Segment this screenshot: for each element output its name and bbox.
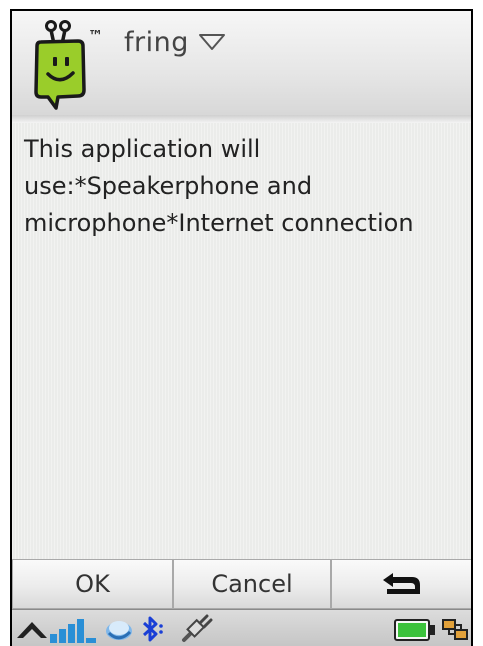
- app-title: fring: [124, 26, 189, 58]
- app-window: ™ fring This application will use:*Speak…: [12, 11, 471, 646]
- signal-strength-icon: [50, 619, 96, 643]
- dialog-content: This application will use:*Speakerphone …: [12, 123, 471, 559]
- softkey-bar: OK Cancel: [12, 559, 471, 609]
- back-button[interactable]: [332, 560, 471, 608]
- svg-text:™: ™: [88, 27, 103, 45]
- app-header: ™ fring: [12, 11, 471, 123]
- up-arrow-icon[interactable]: [15, 616, 49, 642]
- bluetooth-icon: [142, 616, 163, 642]
- usb-icon: [182, 614, 213, 642]
- ok-button[interactable]: OK: [13, 560, 174, 608]
- app-menu-button[interactable]: fring: [124, 22, 227, 62]
- connection-icon: [442, 619, 468, 640]
- cancel-button[interactable]: Cancel: [174, 560, 332, 608]
- phone-screen: ™ fring This application will use:*Speak…: [10, 9, 473, 646]
- chevron-down-icon: [198, 34, 225, 50]
- header-divider: [12, 115, 471, 123]
- network-globe-icon: [106, 621, 132, 640]
- battery-icon: [394, 619, 435, 641]
- status-bar: [12, 609, 471, 646]
- fring-logo-icon: ™: [34, 20, 103, 110]
- back-arrow-icon: [382, 573, 420, 594]
- permission-message: This application will use:*Speakerphone …: [24, 135, 414, 237]
